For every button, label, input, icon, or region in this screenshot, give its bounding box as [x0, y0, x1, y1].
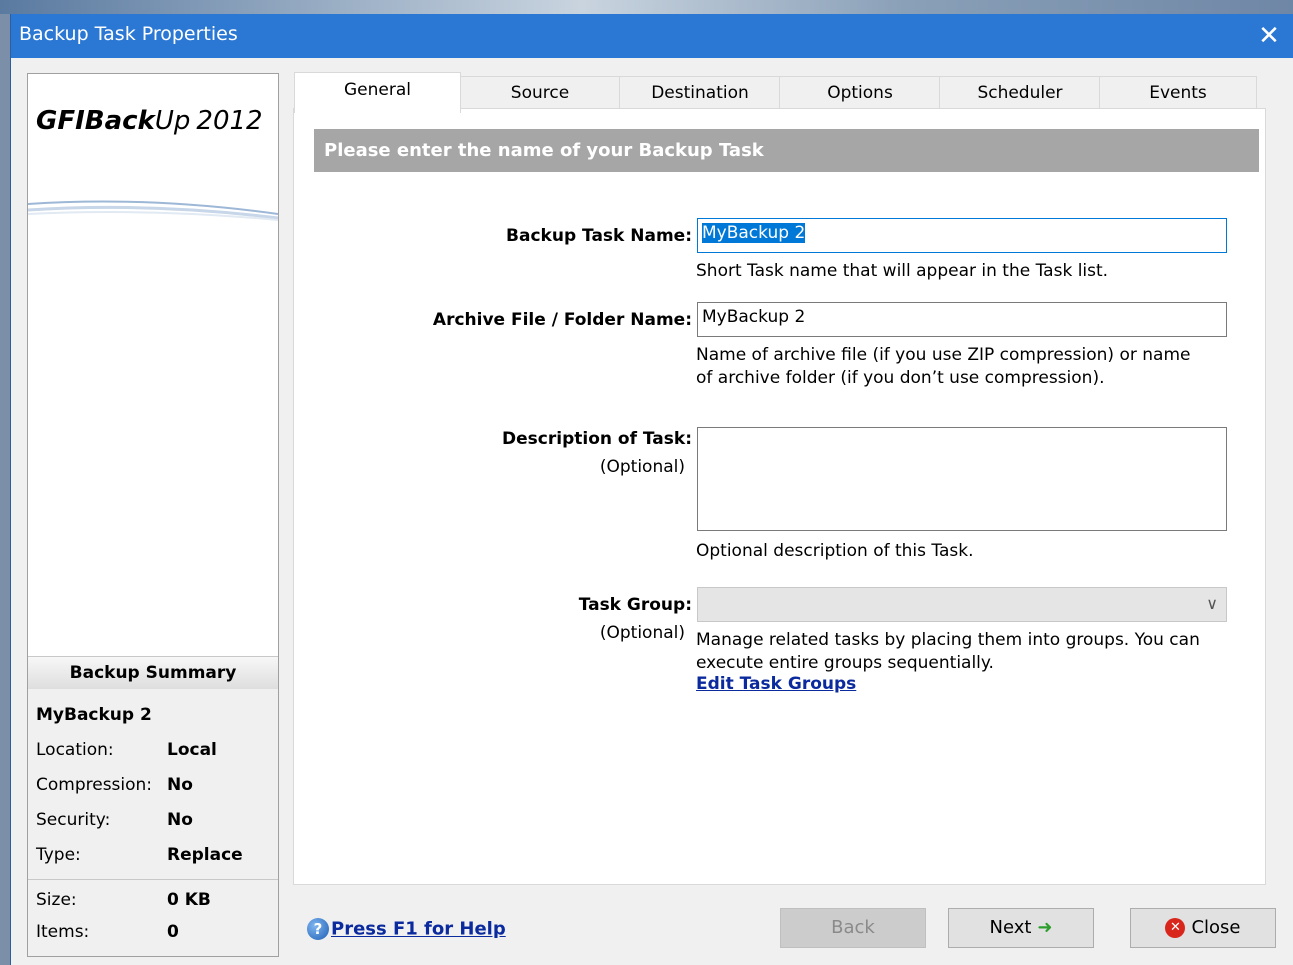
desktop-background: [0, 0, 1293, 14]
help-link[interactable]: ? Press F1 for Help: [307, 918, 506, 940]
summary-task-name: MyBackup 2: [36, 705, 152, 725]
logo-brand: GFI: [36, 106, 85, 136]
close-button[interactable]: ✕ Close: [1130, 908, 1276, 948]
summary-value-location: Local: [167, 740, 217, 760]
summary-label-items: Items:: [36, 922, 90, 942]
tab-events[interactable]: Events: [1099, 76, 1257, 110]
summary-label-size: Size:: [36, 890, 77, 910]
logo-product-a: Back: [84, 106, 155, 136]
task-name-label: Backup Task Name:: [506, 226, 692, 246]
archive-hint-line-1: Name of archive file (if you use ZIP com…: [696, 345, 1191, 365]
task-name-input[interactable]: MyBackup 2: [697, 218, 1227, 253]
task-name-hint: Short Task name that will appear in the …: [696, 261, 1109, 281]
summary-label-security: Security:: [36, 810, 111, 830]
archive-name-input[interactable]: MyBackup 2: [697, 302, 1227, 337]
summary-label-compression: Compression:: [36, 775, 153, 795]
tab-options[interactable]: Options: [779, 76, 941, 110]
task-group-optional: (Optional): [599, 623, 685, 643]
arrow-right-icon: ➜: [1037, 917, 1053, 938]
description-optional: (Optional): [599, 457, 685, 477]
summary-value-compression: No: [167, 775, 193, 795]
summary-label-location: Location:: [36, 740, 114, 760]
general-tab-content: Please enter the name of your Backup Tas…: [293, 108, 1266, 885]
next-button-label: Next: [989, 917, 1032, 938]
archive-name-value: MyBackup 2: [702, 307, 806, 327]
description-hint: Optional description of this Task.: [696, 541, 974, 561]
task-name-value: MyBackup 2: [702, 223, 806, 243]
backup-summary: MyBackup 2 Location: Local Compression: …: [28, 689, 278, 956]
back-button-label: Back: [831, 917, 875, 938]
summary-value-security: No: [167, 810, 193, 830]
archive-hint-line-2: of archive folder (if you don’t use comp…: [696, 368, 1105, 388]
logo-year: 2012: [196, 106, 263, 136]
section-banner: Please enter the name of your Backup Tas…: [314, 129, 1259, 172]
chevron-down-icon: ∨: [1206, 594, 1218, 613]
tab-general[interactable]: General: [294, 72, 461, 113]
summary-divider: [28, 879, 278, 880]
window-close-icon[interactable]: ✕: [1251, 18, 1287, 54]
backup-task-properties-window: Backup Task Properties ✕ GFIBackUp 2012 B…: [10, 14, 1293, 965]
summary-label-type: Type:: [36, 845, 81, 865]
title-bar[interactable]: Backup Task Properties ✕: [11, 14, 1293, 58]
summary-value-type: Replace: [167, 845, 243, 865]
description-textarea[interactable]: [697, 427, 1227, 531]
edit-task-groups-link[interactable]: Edit Task Groups: [696, 674, 856, 694]
gfi-backup-logo: GFIBackUp 2012: [36, 106, 263, 136]
tab-destination[interactable]: Destination: [619, 76, 781, 110]
next-button[interactable]: Next ➜: [948, 908, 1094, 948]
help-link-text: Press F1 for Help: [331, 918, 506, 940]
close-circle-icon: ✕: [1165, 918, 1186, 938]
summary-value-items: 0: [167, 922, 179, 942]
task-group-select[interactable]: ∨: [697, 587, 1227, 622]
logo-swoosh: [28, 200, 278, 221]
help-icon: ?: [307, 918, 329, 940]
summary-value-size: 0 KB: [167, 890, 211, 910]
task-group-hint-line-2: execute entire groups sequentially.: [696, 653, 994, 673]
tab-source[interactable]: Source: [459, 76, 621, 110]
logo-product-b: Up: [154, 106, 191, 136]
task-group-label: Task Group:: [578, 595, 692, 615]
close-button-label: Close: [1191, 917, 1241, 938]
description-label: Description of Task:: [502, 429, 692, 449]
tab-scheduler[interactable]: Scheduler: [939, 76, 1101, 110]
back-button[interactable]: Back: [780, 908, 926, 948]
task-group-hint-line-1: Manage related tasks by placing them int…: [696, 630, 1200, 650]
left-panel: GFIBackUp 2012 Backup Summary MyBackup 2 …: [27, 73, 279, 957]
backup-summary-heading: Backup Summary: [28, 656, 278, 690]
window-title: Backup Task Properties: [19, 23, 238, 45]
archive-name-label: Archive File / Folder Name:: [432, 310, 692, 330]
